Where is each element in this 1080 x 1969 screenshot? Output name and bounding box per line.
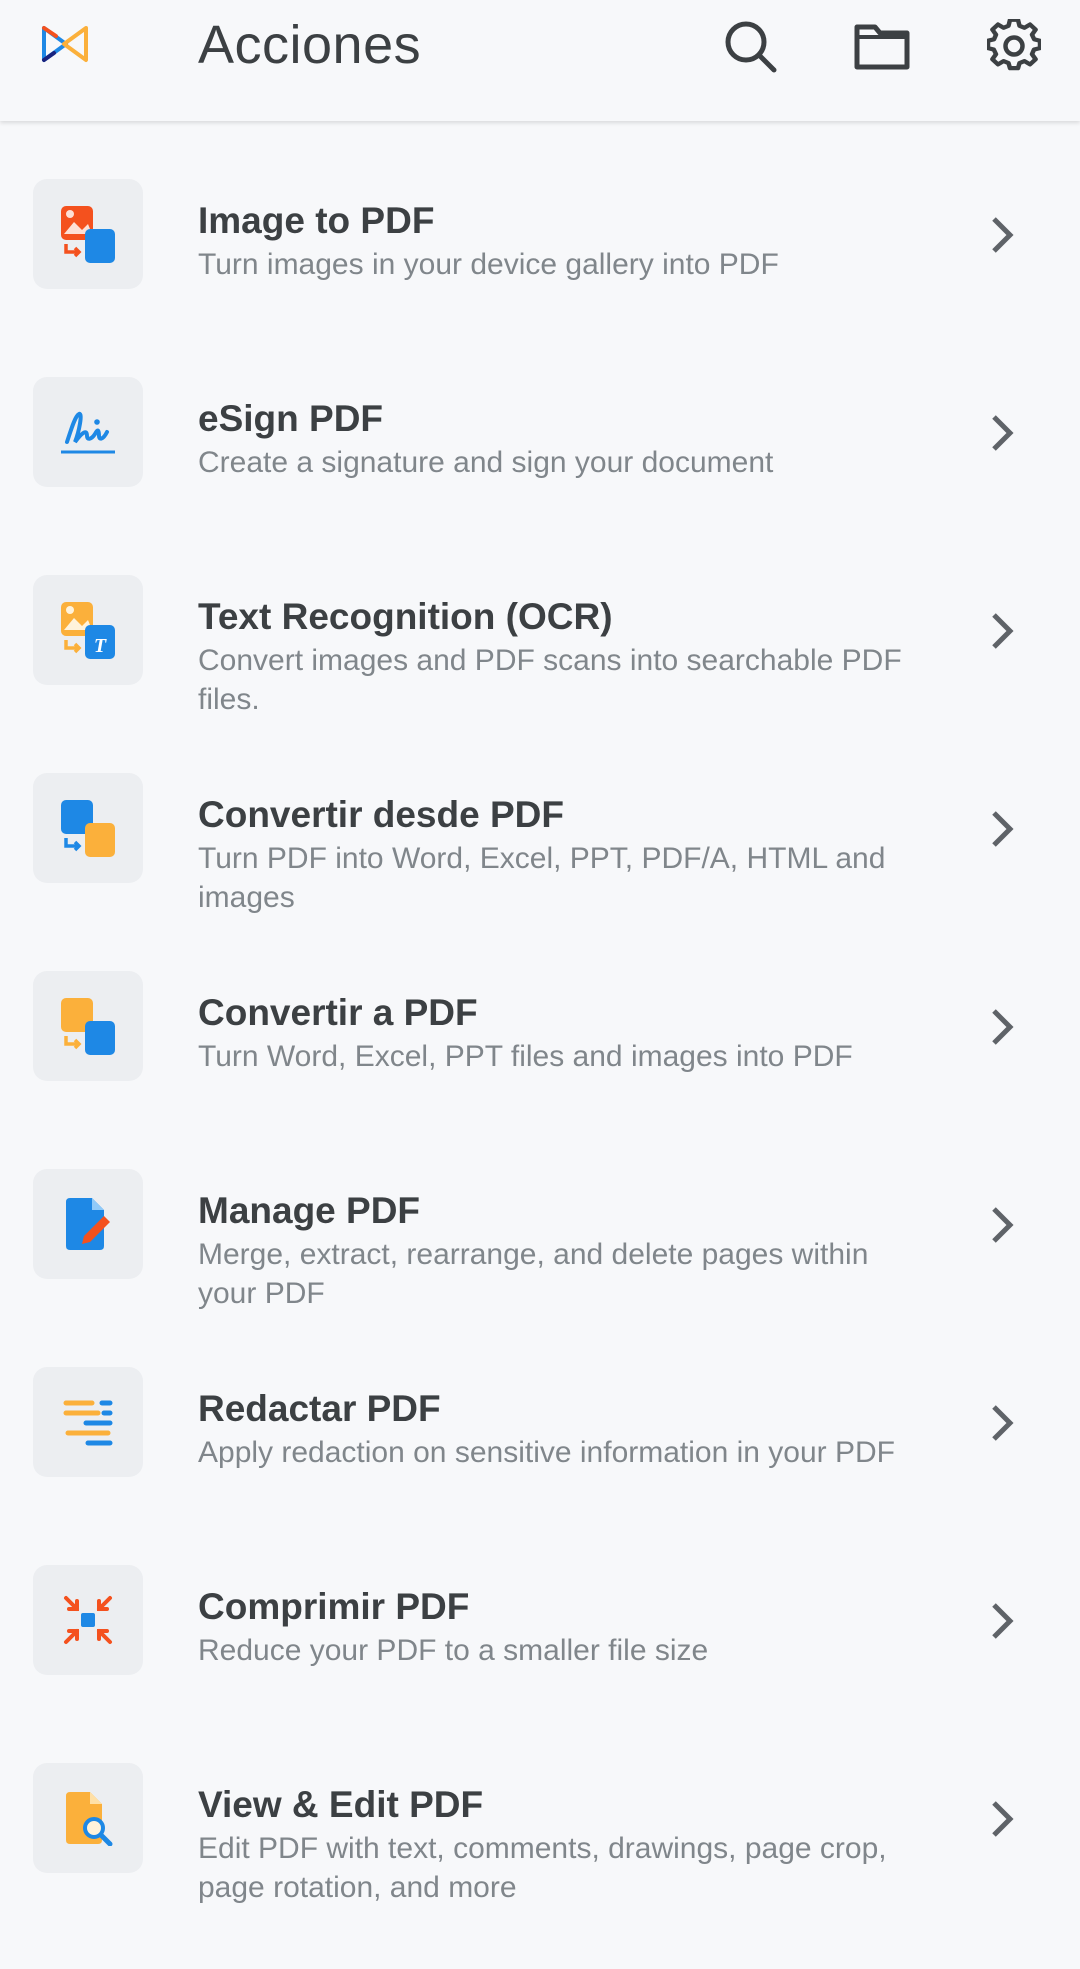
- action-text-recognition-ocr[interactable]: T Text Recognition (OCR) Convert images …: [0, 575, 1080, 773]
- action-description: Turn Word, Excel, PPT files and images i…: [198, 1040, 853, 1073]
- signature-icon: [61, 411, 115, 454]
- action-text: Redactar PDF Apply redaction on sensitiv…: [198, 1387, 918, 1472]
- gear-icon: [987, 19, 1041, 71]
- tile: [33, 971, 143, 1081]
- chevron-right-icon: [992, 217, 1014, 253]
- action-description: Apply redaction on sensitive information…: [198, 1436, 896, 1469]
- tile: [33, 1565, 143, 1675]
- manage-pdf-icon: [66, 1198, 110, 1250]
- convert-from-pdf-icon: [61, 800, 115, 857]
- folder-button[interactable]: [850, 14, 914, 78]
- action-title: View & Edit PDF: [198, 1784, 484, 1825]
- action-text: Comprimir PDF Reduce your PDF to a small…: [198, 1585, 918, 1670]
- image-to-pdf-icon: [61, 206, 115, 263]
- tile: T: [33, 575, 143, 685]
- action-manage-pdf[interactable]: Manage PDF Merge, extract, rearrange, an…: [0, 1169, 1080, 1367]
- action-text: Text Recognition (OCR) Convert images an…: [198, 595, 918, 719]
- compress-icon: [64, 1596, 112, 1644]
- action-text: Convertir desde PDF Turn PDF into Word, …: [198, 793, 918, 917]
- tile: [33, 1169, 143, 1279]
- search-icon: [725, 21, 777, 73]
- action-image-to-pdf[interactable]: Image to PDF Turn images in your device …: [0, 179, 1080, 377]
- action-title: Manage PDF: [198, 1190, 421, 1231]
- action-title: Redactar PDF: [198, 1388, 441, 1429]
- tile: [33, 377, 143, 487]
- tile: [33, 773, 143, 883]
- action-title: Convertir a PDF: [198, 992, 478, 1033]
- search-button[interactable]: [718, 14, 782, 78]
- chevron-right-icon: [992, 613, 1014, 649]
- settings-button[interactable]: [982, 14, 1046, 78]
- action-title: eSign PDF: [198, 398, 384, 439]
- action-description: Turn images in your device gallery into …: [198, 248, 779, 281]
- view-edit-icon: [66, 1792, 113, 1846]
- action-description: Reduce your PDF to a smaller file size: [198, 1634, 709, 1667]
- ocr-icon: T: [61, 602, 115, 659]
- chevron-right-icon: [992, 1207, 1014, 1243]
- chevron-right-icon: [992, 1405, 1014, 1441]
- action-text: View & Edit PDF Edit PDF with text, comm…: [198, 1783, 918, 1907]
- action-convertir-desde-pdf[interactable]: Convertir desde PDF Turn PDF into Word, …: [0, 773, 1080, 971]
- action-title: Convertir desde PDF: [198, 794, 564, 835]
- action-redactar-pdf[interactable]: Redactar PDF Apply redaction on sensitiv…: [0, 1367, 1080, 1565]
- action-title: Image to PDF: [198, 200, 435, 241]
- chevron-right-icon: [992, 1009, 1014, 1045]
- action-text: eSign PDF Create a signature and sign yo…: [198, 397, 918, 482]
- convert-to-pdf-icon: [61, 998, 115, 1055]
- tile: [33, 1367, 143, 1477]
- tile: [33, 1763, 143, 1873]
- action-comprimir-pdf[interactable]: Comprimir PDF Reduce your PDF to a small…: [0, 1565, 1080, 1763]
- page-title: Acciones: [198, 15, 422, 75]
- action-convertir-a-pdf[interactable]: Convertir a PDF Turn Word, Excel, PPT fi…: [0, 971, 1080, 1169]
- app-bar: Acciones: [0, 0, 1080, 121]
- action-esign-pdf[interactable]: eSign PDF Create a signature and sign yo…: [0, 377, 1080, 575]
- action-text: Image to PDF Turn images in your device …: [198, 199, 918, 284]
- tile: [33, 179, 143, 289]
- action-title: Comprimir PDF: [198, 1586, 470, 1627]
- action-title: Text Recognition (OCR): [198, 596, 613, 637]
- chevron-right-icon: [992, 1801, 1014, 1837]
- redact-icon: [63, 1400, 113, 1446]
- chevron-right-icon: [992, 1603, 1014, 1639]
- chevron-right-icon: [992, 811, 1014, 847]
- chevron-right-icon: [992, 415, 1014, 451]
- action-description: Convert images and PDF scans into search…: [198, 644, 902, 716]
- svg-text:T: T: [94, 635, 107, 657]
- action-description: Merge, extract, rearrange, and delete pa…: [198, 1238, 869, 1310]
- action-description: Turn PDF into Word, Excel, PPT, PDF/A, H…: [198, 842, 886, 914]
- action-view-edit-pdf[interactable]: View & Edit PDF Edit PDF with text, comm…: [0, 1763, 1080, 1961]
- action-text: Manage PDF Merge, extract, rearrange, an…: [198, 1189, 918, 1313]
- folder-icon: [854, 24, 910, 70]
- action-text: Convertir a PDF Turn Word, Excel, PPT fi…: [198, 991, 918, 1076]
- action-description: Edit PDF with text, comments, drawings, …: [198, 1832, 887, 1904]
- app-logo-icon: [42, 26, 88, 62]
- action-description: Create a signature and sign your documen…: [198, 446, 774, 479]
